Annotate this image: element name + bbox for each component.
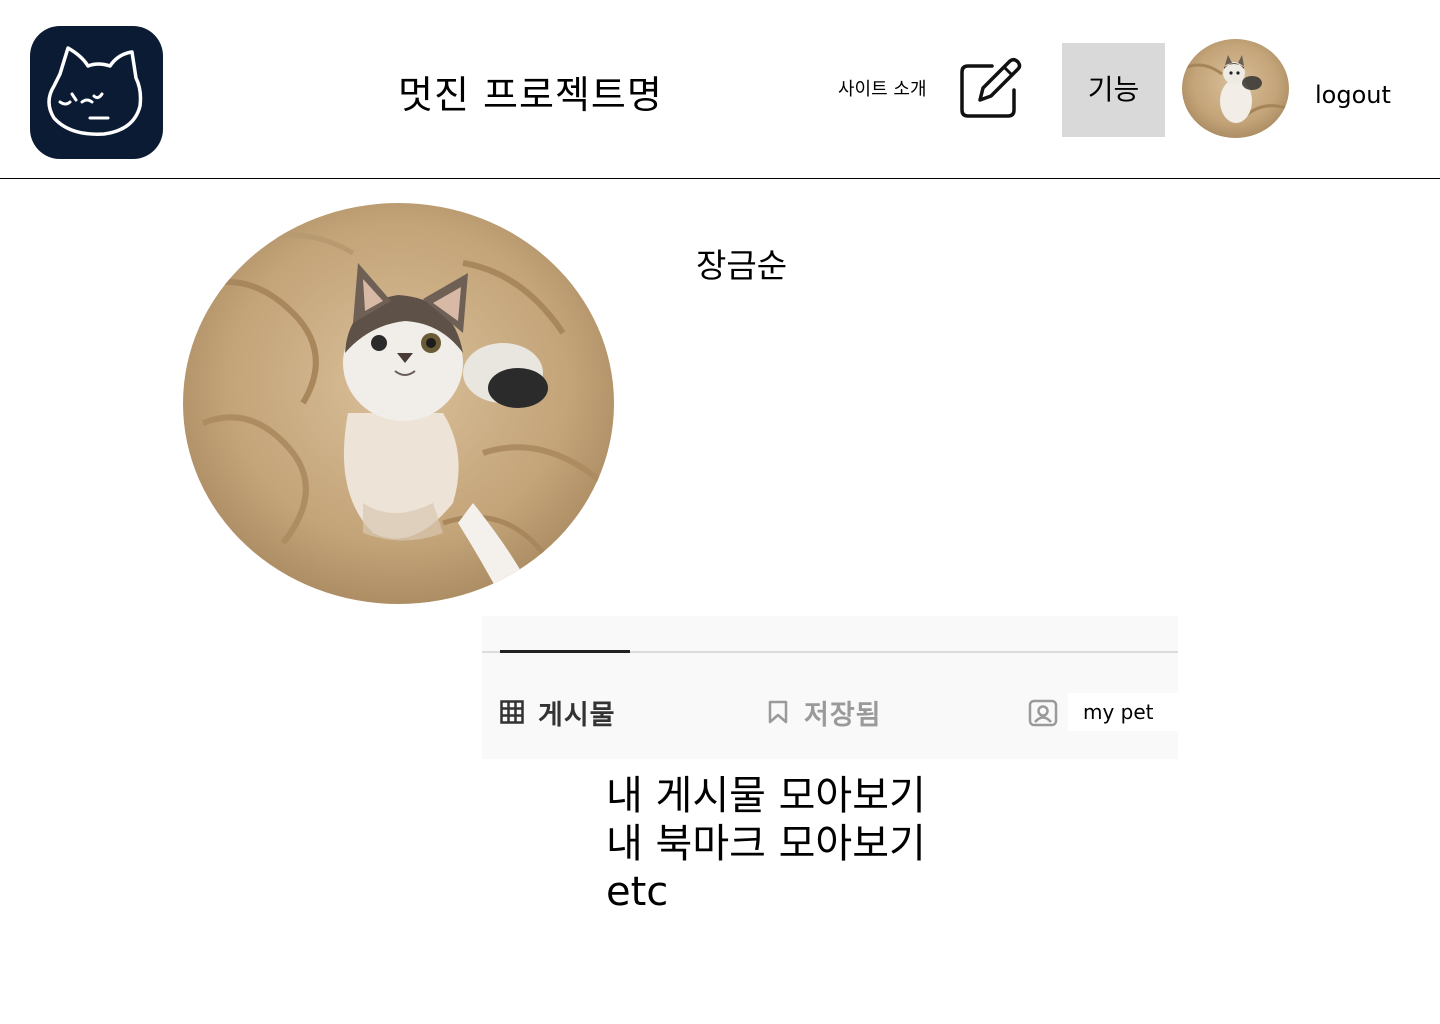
bookmark-icon [768, 700, 788, 724]
nav-site-intro-link[interactable]: 사이트 소개 [838, 79, 927, 101]
content-list: 내 게시물 모아보기 내 북마크 모아보기 etc [606, 772, 926, 916]
content-line-my-posts: 내 게시물 모아보기 [606, 773, 926, 819]
content-line-etc: etc [606, 869, 669, 915]
pencil-square-icon [960, 57, 1022, 118]
contact-icon [1028, 699, 1058, 727]
tab-posts-label: 게시물 [538, 699, 616, 731]
profile-username: 장금순 [696, 246, 788, 285]
top-navigation-bar: 멋진 프로젝트명 사이트 소개 기능 logout [0, 0, 1440, 179]
feature-button[interactable]: 기능 [1062, 43, 1165, 137]
tab-saved-label: 저장됨 [804, 699, 882, 731]
profile-tabs: 게시물 저장됨 my pet [482, 616, 1180, 759]
tab-my-pet[interactable]: my pet [1028, 693, 1180, 731]
cat-logo-icon[interactable] [30, 26, 163, 159]
profile-photo [183, 203, 614, 604]
site-title: 멋진 프로젝트명 [398, 73, 663, 117]
tab-my-pet-label: my pet [1068, 693, 1180, 731]
logout-link[interactable]: logout [1315, 80, 1391, 110]
content-line-my-bookmarks: 내 북마크 모아보기 [606, 821, 926, 867]
grid-icon [500, 700, 524, 724]
edit-button[interactable] [958, 56, 1024, 120]
tab-saved[interactable]: 저장됨 [766, 694, 882, 731]
tab-posts[interactable]: 게시물 [500, 694, 616, 731]
user-avatar[interactable] [1182, 39, 1289, 138]
active-tab-indicator [500, 650, 630, 653]
